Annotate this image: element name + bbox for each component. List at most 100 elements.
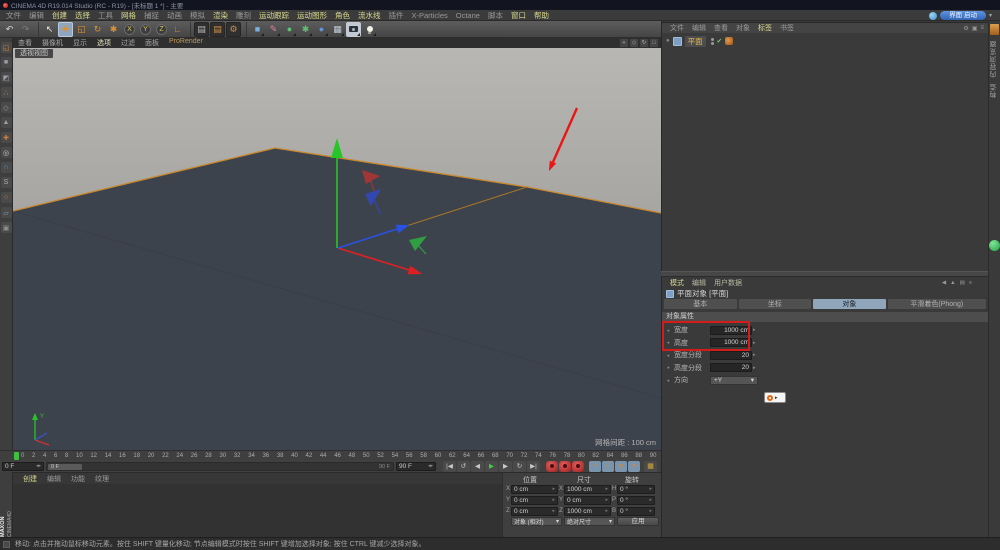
menu-item-1[interactable]: 编辑: [25, 10, 48, 21]
current-frame-field[interactable]: 0 F◂▸: [2, 462, 44, 471]
om-menu-item-5[interactable]: 书签: [776, 23, 798, 33]
apply-button[interactable]: 应用: [617, 517, 659, 526]
workplane-icon[interactable]: ▱: [1, 207, 12, 218]
am-menu-item-0[interactable]: 模式: [666, 278, 688, 288]
om-burger-icon[interactable]: ≡: [980, 25, 984, 31]
make-editable-icon[interactable]: ◱: [1, 42, 12, 53]
edges-mode-icon[interactable]: ◇: [1, 102, 12, 113]
property-value-field[interactable]: 1000 cm: [710, 338, 752, 347]
timeline-ruler[interactable]: 0246810121416182022242628303234363840424…: [0, 450, 661, 460]
menu-item-13[interactable]: 角色: [331, 10, 354, 21]
menu-item-18[interactable]: 脚本: [484, 10, 507, 21]
menu-item-12[interactable]: 运动图形: [293, 10, 331, 21]
modeling-settings-icon[interactable]: S: [1, 177, 12, 188]
size-z-field[interactable]: 1000 cm▸: [564, 507, 611, 516]
history-back-icon[interactable]: ◀: [942, 280, 946, 286]
am-burger-icon[interactable]: ≡: [969, 280, 972, 286]
keyframe-selection-button[interactable]: ▦: [644, 461, 657, 472]
record-options-button[interactable]: [572, 461, 584, 472]
right-dock-tab-1[interactable]: 构造: [990, 83, 999, 98]
loop-button[interactable]: ↻: [513, 461, 526, 472]
play-button[interactable]: ▶: [485, 461, 498, 472]
tab-0[interactable]: 基本: [664, 299, 737, 309]
viewport-menu-item-4[interactable]: 过滤: [116, 38, 140, 48]
menu-item-4[interactable]: 工具: [94, 10, 117, 21]
right-dock-tab-0[interactable]: 内容浏览器: [990, 40, 999, 78]
lock-y-icon[interactable]: Y: [138, 22, 153, 37]
menu-item-9[interactable]: 渲染: [209, 10, 232, 21]
lock-icon[interactable]: ▣: [1, 222, 12, 233]
size-y-field[interactable]: 0 cm▸: [564, 496, 611, 505]
render-picture-icon[interactable]: ▤: [210, 22, 225, 37]
tab-2[interactable]: 对象: [813, 299, 886, 309]
cube-primitive-icon[interactable]: ■: [250, 22, 265, 37]
menu-item-5[interactable]: 网格: [117, 10, 140, 21]
record-position-toggle[interactable]: +: [589, 461, 601, 472]
layout-dropdown[interactable]: 界面 启动: [940, 11, 986, 20]
am-lock-icon[interactable]: ▤: [960, 280, 965, 286]
goto-end-button[interactable]: ▶|: [527, 461, 540, 472]
tab-1[interactable]: 坐标: [739, 299, 812, 309]
end-frame-field[interactable]: 90 F◂▸: [396, 462, 436, 471]
live-selection-icon[interactable]: ↖: [42, 22, 57, 37]
viewport-maximize-icon[interactable]: □: [650, 39, 658, 47]
orientation-dropdown[interactable]: +Y▾: [710, 376, 758, 385]
om-menu-item-4[interactable]: 标签: [754, 23, 776, 33]
menu-item-19[interactable]: 窗口: [507, 10, 530, 21]
undo-icon[interactable]: ↶: [2, 22, 17, 37]
record-rotation-toggle[interactable]: ↻: [615, 461, 627, 472]
lock-x-icon[interactable]: X: [122, 22, 137, 37]
object-row[interactable]: ● 平面 ✔: [662, 35, 988, 47]
menu-item-6[interactable]: 捕捉: [140, 10, 163, 21]
material-menu-item-0[interactable]: 创建: [18, 474, 42, 484]
rotation-h-field[interactable]: 0 °▸: [617, 485, 655, 494]
light-icon[interactable]: [362, 22, 377, 37]
polygons-mode-icon[interactable]: ▲: [1, 117, 12, 128]
texture-mode-icon[interactable]: ◩: [1, 72, 12, 83]
enabled-check-icon[interactable]: ✔: [717, 37, 722, 45]
material-menu-item-1[interactable]: 编辑: [42, 474, 66, 484]
coordinate-mode-dropdown[interactable]: 对象 (相对)▾: [511, 517, 562, 526]
view-label[interactable]: 透视视图: [15, 49, 53, 58]
viewport-menu-item-2[interactable]: 显示: [68, 38, 92, 48]
viewport-menu-item-1[interactable]: 摄像机: [37, 38, 68, 48]
tab-3[interactable]: 平滑着色(Phong): [888, 299, 986, 309]
viewport-rotate-icon[interactable]: ↻: [640, 39, 648, 47]
scrubber-handle[interactable]: 0 F: [48, 464, 82, 470]
menu-item-14[interactable]: 流水线: [354, 10, 385, 21]
viewport-zoom-icon[interactable]: ◇: [630, 39, 638, 47]
camera-icon[interactable]: [346, 22, 361, 37]
prev-frame-button[interactable]: ◀: [471, 461, 484, 472]
points-mode-icon[interactable]: ∴: [1, 87, 12, 98]
content-browser-icon[interactable]: [990, 24, 999, 35]
menu-item-10[interactable]: 雕刻: [232, 10, 255, 21]
om-menu-item-1[interactable]: 编辑: [688, 23, 710, 33]
menu-item-7[interactable]: 动画: [163, 10, 186, 21]
om-menu-item-0[interactable]: 文件: [666, 23, 688, 33]
snap-icon[interactable]: ∩: [1, 162, 12, 173]
prev-key-button[interactable]: ↺: [457, 461, 470, 472]
am-menu-item-1[interactable]: 编辑: [688, 278, 710, 288]
rotation-p-field[interactable]: 0 °▸: [617, 496, 655, 505]
am-menu-item-2[interactable]: 用户数据: [710, 278, 746, 288]
render-view-icon[interactable]: ▤: [194, 22, 209, 37]
goto-start-button[interactable]: |◀: [443, 461, 456, 472]
viewport-solo-icon[interactable]: ◎: [1, 147, 12, 158]
property-value-field[interactable]: 20: [710, 363, 752, 372]
redo-icon[interactable]: ↷: [18, 22, 33, 37]
metaball-icon[interactable]: ●: [314, 22, 329, 37]
lock-z-icon[interactable]: Z: [154, 22, 169, 37]
viewport-menu-item-0[interactable]: 查看: [13, 38, 37, 48]
phong-tag-icon[interactable]: [725, 37, 733, 45]
model-mode-icon[interactable]: ■: [1, 57, 12, 68]
object-expand-handle[interactable]: ●: [666, 38, 670, 44]
om-lock-icon[interactable]: ▣: [972, 25, 978, 32]
menu-item-11[interactable]: 运动跟踪: [255, 10, 293, 21]
chevron-down-icon[interactable]: ▾: [989, 12, 992, 19]
size-mode-dropdown[interactable]: 绝对尺寸▾: [564, 517, 615, 526]
cloud-icon[interactable]: [929, 12, 937, 20]
subdivision-surface-icon[interactable]: ●: [282, 22, 297, 37]
render-settings-icon[interactable]: ⚙: [226, 22, 241, 37]
menu-item-16[interactable]: X-Particles: [408, 11, 452, 20]
timeline-scrubber[interactable]: 0 F 90 F: [46, 462, 394, 471]
